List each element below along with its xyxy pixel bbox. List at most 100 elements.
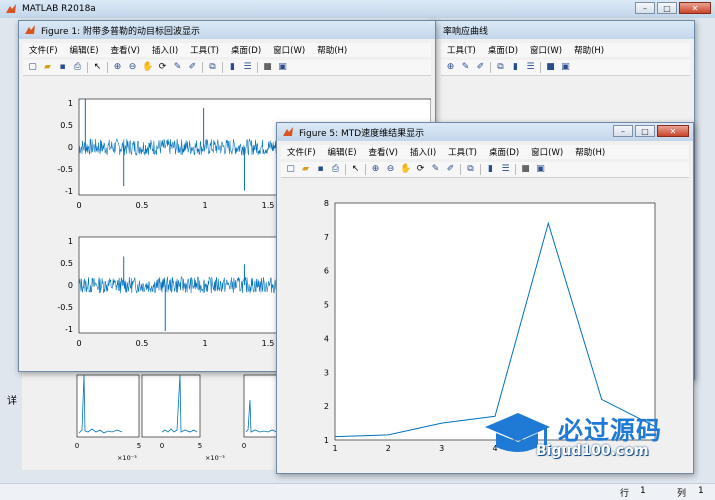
matlab-logo-icon <box>6 4 16 13</box>
menu-window[interactable]: 窗口(W) <box>525 146 569 158</box>
menu-view[interactable]: 查看(V) <box>363 146 404 158</box>
colorbar-icon[interactable]: ▮ <box>485 164 496 175</box>
menu-edit[interactable]: 编辑(E) <box>322 146 363 158</box>
close-button[interactable]: ✕ <box>679 2 711 14</box>
show-plot-tools-icon[interactable]: ▣ <box>560 62 571 73</box>
menu-file[interactable]: 文件(F) <box>281 146 322 158</box>
pointer-icon[interactable]: ↖ <box>350 164 361 175</box>
show-plot-tools-icon[interactable]: ▣ <box>277 62 288 73</box>
back-menu-desktop[interactable]: 桌面(D) <box>482 44 524 56</box>
menu-help[interactable]: 帮助(H) <box>569 146 611 158</box>
small3-xtick-0: 0 <box>242 442 246 450</box>
brush-icon[interactable]: ✐ <box>187 62 198 73</box>
menu-view[interactable]: 查看(V) <box>105 44 146 56</box>
menu-help[interactable]: 帮助(H) <box>311 44 353 56</box>
hide-plot-tools-icon[interactable]: ■ <box>520 164 531 175</box>
menu-desktop[interactable]: 桌面(D) <box>225 44 267 56</box>
figure5-menubar: 文件(F) 编辑(E) 查看(V) 插入(I) 工具(T) 桌面(D) 窗口(W… <box>281 145 689 159</box>
figure5-toolbar: ▢ ▰ ▪ ⎙ ↖ ⊕ ⊖ ✋ ⟳ ✎ ✐ ⧉ ▮ ☰ ■ ▣ <box>281 162 689 178</box>
figure1-menubar: 文件(F) 编辑(E) 查看(V) 插入(I) 工具(T) 桌面(D) 窗口(W… <box>23 43 431 57</box>
figure1-title: Figure 1: 附带多普勒的动目标回波显示 <box>41 26 200 37</box>
legend-icon[interactable]: ☰ <box>525 62 536 73</box>
save-icon[interactable]: ▪ <box>315 164 326 175</box>
toolbar-separator <box>202 62 203 73</box>
save-icon[interactable]: ▪ <box>57 62 68 73</box>
small-axes-1: 0 5 ×10⁻³ <box>75 374 141 462</box>
matlab-logo-icon <box>25 25 35 34</box>
mtd-ytick-label: 4 <box>324 334 329 343</box>
rotate-icon[interactable]: ⟳ <box>157 62 168 73</box>
data-cursor-icon[interactable]: ✎ <box>430 164 441 175</box>
brush-icon[interactable]: ✐ <box>445 164 456 175</box>
link-icon[interactable]: ⧉ <box>495 62 506 73</box>
hide-plot-tools-icon[interactable]: ■ <box>545 62 556 73</box>
mtd-xtick-label: 3 <box>439 444 444 453</box>
toolbar-separator <box>515 164 516 175</box>
mtd-yticks: 8 7 6 5 4 3 2 1 <box>324 199 329 445</box>
zoom-out-icon[interactable]: ⊖ <box>127 62 138 73</box>
ytick-label: -0.5 <box>57 303 73 312</box>
legend-icon[interactable]: ☰ <box>500 164 511 175</box>
minimize-button[interactable]: – <box>635 2 655 14</box>
xtick-label: 0 <box>76 201 81 210</box>
print-icon[interactable]: ⎙ <box>72 62 83 73</box>
status-col-value: 1 <box>698 486 704 496</box>
small-exp-label: ×10⁻³ <box>117 454 137 462</box>
toolbar-separator <box>222 62 223 73</box>
toolbar-separator <box>345 164 346 175</box>
xtick-label: 1.5 <box>262 201 275 210</box>
side-text: 详 <box>7 396 17 407</box>
pan-icon[interactable]: ✋ <box>400 164 411 175</box>
close-button[interactable]: ✕ <box>657 125 689 137</box>
new-figure-icon[interactable]: ▢ <box>285 164 296 175</box>
back-menu-window[interactable]: 窗口(W) <box>524 44 568 56</box>
zoom-in-icon[interactable]: ⊕ <box>112 62 123 73</box>
zoom-out-icon[interactable]: ⊖ <box>385 164 396 175</box>
brush-icon[interactable]: ✐ <box>475 62 486 73</box>
colorbar-icon[interactable]: ▮ <box>227 62 238 73</box>
colorbar-icon[interactable]: ▮ <box>510 62 521 73</box>
ytick-label: -1 <box>65 187 73 196</box>
open-icon[interactable]: ▰ <box>42 62 53 73</box>
menu-insert[interactable]: 插入(I) <box>404 146 442 158</box>
zoom-in-icon[interactable]: ⊕ <box>370 164 381 175</box>
menu-tools[interactable]: 工具(T) <box>442 146 483 158</box>
toolbar-separator <box>107 62 108 73</box>
hide-plot-tools-icon[interactable]: ■ <box>262 62 273 73</box>
toolbar-separator <box>540 62 541 73</box>
matlab-title: MATLAB R2018a <box>22 4 96 14</box>
rotate-icon[interactable]: ⟳ <box>415 164 426 175</box>
small-subplots-svg: 0 5 ×10⁻³ 0 5 ×10⁻³ 0 <box>75 374 283 462</box>
menu-window[interactable]: 窗口(W) <box>267 44 311 56</box>
figure5-window-controls: – □ ✕ <box>613 125 689 137</box>
new-figure-icon[interactable]: ▢ <box>27 62 38 73</box>
small-xtick-5: 5 <box>137 442 141 450</box>
pan-icon[interactable]: ✋ <box>142 62 153 73</box>
back-menu-help[interactable]: 帮助(H) <box>568 44 610 56</box>
data-cursor-icon[interactable]: ✎ <box>172 62 183 73</box>
show-plot-tools-icon[interactable]: ▣ <box>535 164 546 175</box>
watermark-cn: 必过源码 <box>558 416 663 445</box>
menu-desktop[interactable]: 桌面(D) <box>483 146 525 158</box>
menu-edit[interactable]: 编辑(E) <box>64 44 105 56</box>
xtick-label: 1 <box>202 339 207 348</box>
pointer-icon[interactable]: ↖ <box>92 62 103 73</box>
link-icon[interactable]: ⧉ <box>465 164 476 175</box>
back-menu-tools[interactable]: 工具(T) <box>441 44 482 56</box>
menu-insert[interactable]: 插入(I) <box>146 44 184 56</box>
matlab-window-controls: – □ ✕ <box>635 2 711 14</box>
link-icon[interactable]: ⧉ <box>207 62 218 73</box>
status-row-value: 1 <box>640 486 646 496</box>
ytick-label: 1 <box>68 237 73 246</box>
print-icon[interactable]: ⎙ <box>330 164 341 175</box>
toolbar-separator <box>460 164 461 175</box>
maximize-button[interactable]: □ <box>635 125 655 137</box>
minimize-button[interactable]: – <box>613 125 633 137</box>
zoom-in-icon[interactable]: ⊕ <box>445 62 456 73</box>
menu-tools[interactable]: 工具(T) <box>184 44 225 56</box>
data-cursor-icon[interactable]: ✎ <box>460 62 471 73</box>
open-icon[interactable]: ▰ <box>300 164 311 175</box>
menu-file[interactable]: 文件(F) <box>23 44 64 56</box>
maximize-button[interactable]: □ <box>657 2 677 14</box>
legend-icon[interactable]: ☰ <box>242 62 253 73</box>
